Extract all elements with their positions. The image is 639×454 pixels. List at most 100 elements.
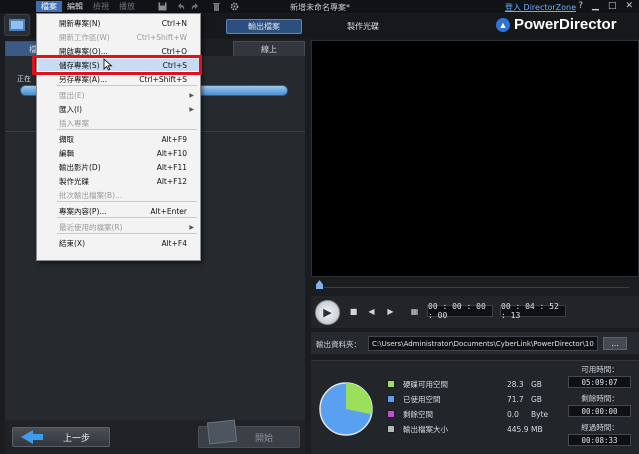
file-menu-item[interactable]: 輸出影片(D) Alt+F11 xyxy=(37,161,200,173)
file-menu-item[interactable]: 插入專案 xyxy=(37,117,200,129)
menu-file[interactable]: 檔案 xyxy=(36,1,62,12)
app-logo-icon xyxy=(4,14,30,36)
file-menu-dropdown: 開新專案(N) Ctrl+N 開新工作區(W) Ctrl+Shift+W 開啟專案(O)… xyxy=(36,13,201,261)
menu-separator xyxy=(57,85,197,86)
menu-item-shortcut: Ctrl+Shift+W xyxy=(136,32,187,42)
output-folder-input[interactable]: C:\Users\Administrator\Documents\CyberLi… xyxy=(368,336,598,351)
brand: ▲ PowerDirector xyxy=(496,16,617,33)
back-arrow-tail xyxy=(33,434,43,440)
legend-value: 28.3 xyxy=(507,380,524,389)
menu-separator xyxy=(57,217,197,218)
menu-item-label: 匯出(E) xyxy=(59,90,85,100)
submenu-arrow-icon: ▶ xyxy=(189,105,194,113)
legend-label: 輸出檔案大小 xyxy=(403,424,448,434)
legend-label: 剩餘空間 xyxy=(403,409,433,419)
help-button[interactable]: ? xyxy=(578,1,583,11)
previous-frame-icon[interactable]: ◀ xyxy=(366,306,377,317)
menu-item-label: 插入專案 xyxy=(59,118,89,128)
file-menu-item[interactable]: 最近使用的檔案(R) ▶ xyxy=(37,221,200,233)
menu-item-shortcut: Alt+F4 xyxy=(161,238,187,248)
menu-item-label: 輸出影片(D) xyxy=(59,162,101,172)
file-menu-item[interactable]: 擷取 Alt+F9 xyxy=(37,133,200,145)
pie-slice-free xyxy=(346,383,372,415)
back-arrow-icon xyxy=(21,430,33,444)
legend-unit: MB xyxy=(531,425,543,434)
remaining-time-value: 00:00:00 xyxy=(568,405,631,417)
file-menu-item[interactable]: 編輯 Alt+F10 xyxy=(37,147,200,159)
file-menu-item[interactable]: 開新專案(N) Ctrl+N xyxy=(37,17,200,29)
menu-item-label: 專案內容(P)... xyxy=(59,206,107,216)
window-controls: ? ▁ □ ✕ xyxy=(578,1,633,11)
legend-item: 剩餘空間 xyxy=(387,409,433,419)
delete-icon[interactable] xyxy=(212,2,221,11)
mouse-cursor-icon xyxy=(103,58,113,71)
menu-item-label: 另存專案(A)... xyxy=(59,74,108,84)
gear-icon[interactable] xyxy=(230,2,239,11)
close-icon[interactable]: ✕ xyxy=(625,1,633,11)
menu-item-label: 製作光碟 xyxy=(59,176,89,186)
tab-create-disc[interactable]: 製作光碟 xyxy=(320,19,406,34)
previous-button[interactable]: 上一步 xyxy=(12,427,110,447)
legend-swatch xyxy=(387,380,395,388)
menu-edit[interactable]: 編輯 xyxy=(62,1,88,12)
timeline-track[interactable] xyxy=(324,287,629,288)
file-menu-item[interactable]: 結束(X) Alt+F4 xyxy=(37,237,200,249)
menu-item-shortcut: Ctrl+Shift+S xyxy=(139,74,187,84)
menu-item-label: 擷取 xyxy=(59,134,74,144)
file-menu-item[interactable]: 匯入(I) ▶ xyxy=(37,103,200,115)
highlight-annotation xyxy=(32,55,202,75)
browse-button[interactable]: ... xyxy=(603,337,627,350)
available-time-label: 可用時間： xyxy=(581,365,619,374)
powerdirector-logo-icon: ▲ xyxy=(496,17,510,32)
menu-item-shortcut: Alt+F9 xyxy=(161,134,187,144)
file-menu-item[interactable]: 開新工作區(W) Ctrl+Shift+W xyxy=(37,31,200,43)
legend-unit: Byte xyxy=(531,410,549,419)
next-frame-icon[interactable]: ▶ xyxy=(385,306,396,317)
redo-icon[interactable] xyxy=(191,2,200,11)
menu-item-shortcut: Ctrl+N xyxy=(161,18,187,28)
menu-item-label: 開新工作區(W) xyxy=(59,32,110,42)
submenu-arrow-icon: ▶ xyxy=(189,223,194,231)
progress-label: 正在 xyxy=(17,75,31,83)
window-title: 新增未命名專案* xyxy=(290,3,350,12)
legend-item: 已使用空間 xyxy=(387,394,441,404)
legend-value: 445.9 xyxy=(507,425,529,434)
minimize-icon[interactable]: ▁ xyxy=(592,1,599,11)
menu-item-label: 編輯 xyxy=(59,148,74,158)
remaining-time-label: 剩餘時間： xyxy=(581,394,619,403)
legend-label: 已使用空間 xyxy=(403,394,441,404)
login-directorzone-link[interactable]: 登入 DirectorZone xyxy=(505,2,576,13)
menu-bar: 檔案 編輯 檢視 播放 xyxy=(36,0,140,13)
file-menu-item[interactable]: 專案內容(P)... Alt+Enter xyxy=(37,205,200,217)
legend-value: 71.7 xyxy=(507,395,524,404)
legend-label: 硬碟可用空間 xyxy=(403,379,448,389)
file-menu-item[interactable]: 批次輸出檔案(B)... xyxy=(37,189,200,201)
output-folder-label: 輸出資料夾： xyxy=(316,340,361,349)
file-menu-item[interactable]: 匯出(E) ▶ xyxy=(37,89,200,101)
tab-online[interactable]: 線上 xyxy=(233,41,305,56)
start-button-label: 開始 xyxy=(254,433,273,444)
legend-item: 硬碟可用空間 xyxy=(387,379,448,389)
menu-separator xyxy=(57,233,197,234)
tab-output-file[interactable]: 輸出檔案 xyxy=(226,19,302,34)
fullscreen-icon[interactable]: ▦ xyxy=(409,306,420,317)
save-icon[interactable] xyxy=(158,2,167,11)
film-icon xyxy=(206,419,238,445)
menu-item-label: 結束(X) xyxy=(59,238,85,248)
menu-item-label: 批次輸出檔案(B)... xyxy=(59,190,123,200)
play-button[interactable]: ▶ xyxy=(315,300,340,325)
stop-icon[interactable]: ■ xyxy=(348,306,359,317)
maximize-icon[interactable]: □ xyxy=(608,1,617,11)
legend-swatch xyxy=(387,395,395,403)
legend-swatch xyxy=(387,425,395,433)
menu-item-label: 匯入(I) xyxy=(59,104,83,114)
menu-play[interactable]: 播放 xyxy=(114,1,140,12)
video-preview xyxy=(311,40,639,277)
undo-icon[interactable] xyxy=(176,2,185,11)
timecode-total: 00 : 04 : 52 : 13 xyxy=(500,302,566,320)
menu-item-shortcut: Alt+F11 xyxy=(156,162,187,172)
menu-view[interactable]: 檢視 xyxy=(88,1,114,12)
submenu-arrow-icon: ▶ xyxy=(189,91,194,99)
brand-name: PowerDirector xyxy=(514,16,617,33)
file-menu-item[interactable]: 製作光碟 Alt+F12 xyxy=(37,175,200,187)
